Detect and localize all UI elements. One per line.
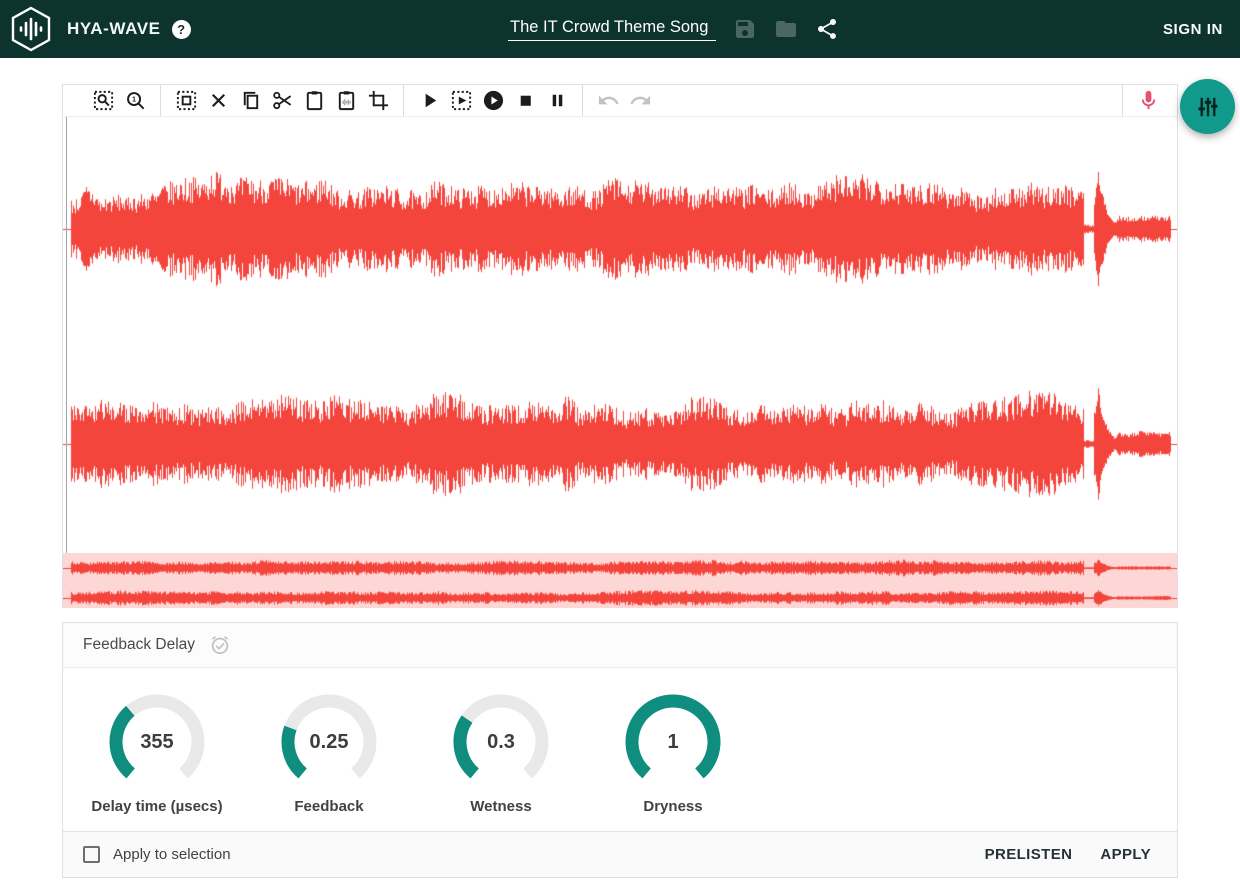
knob-value: 0.25 <box>281 694 377 790</box>
knob-label: Wetness <box>470 798 531 815</box>
effect-title: Feedback Delay <box>83 636 195 654</box>
svg-text:1: 1 <box>132 96 136 104</box>
share-icon[interactable] <box>815 17 839 41</box>
knob-dial[interactable]: 355 <box>109 694 205 790</box>
knob-delay-time-secs: 355 Delay time (µsecs) <box>77 694 237 831</box>
knob-dryness: 1 Dryness <box>593 694 753 831</box>
knob-dial[interactable]: 0.25 <box>281 694 377 790</box>
effect-footer: Apply to selection PRELISTEN APPLY <box>63 831 1177 877</box>
knob-label: Dryness <box>643 798 702 815</box>
knob-wetness: 0.3 Wetness <box>421 694 581 831</box>
play-icon[interactable] <box>414 87 444 115</box>
toolbar-divider <box>403 85 404 116</box>
save-icon[interactable] <box>733 17 757 41</box>
waveform-canvas[interactable] <box>63 117 1177 553</box>
stop-icon[interactable] <box>510 87 540 115</box>
prelisten-button[interactable]: PRELISTEN <box>979 838 1079 871</box>
knob-label: Delay time (µsecs) <box>91 798 222 815</box>
wave-editor-panel: 1 <box>62 84 1178 608</box>
knob-value: 355 <box>109 694 205 790</box>
knob-value: 0.3 <box>453 694 549 790</box>
crop-icon[interactable] <box>363 87 393 115</box>
zoom-selection-icon[interactable] <box>88 87 118 115</box>
paste-icon[interactable] <box>299 87 329 115</box>
sign-in-button[interactable]: SIGN IN <box>1163 0 1223 58</box>
app-header: HYA-WAVE ? SIGN IN <box>0 0 1240 58</box>
hexagon-waveform-logo <box>9 5 53 53</box>
open-folder-icon[interactable] <box>774 17 798 41</box>
effects-fab-button[interactable] <box>1180 79 1235 134</box>
toolbar-divider <box>582 85 583 116</box>
playhead-cursor[interactable] <box>66 117 67 553</box>
cut-icon[interactable] <box>267 87 297 115</box>
paste-mix-icon[interactable] <box>331 87 361 115</box>
knob-label: Feedback <box>294 798 363 815</box>
toolbar-divider <box>160 85 161 116</box>
knob-dial[interactable]: 1 <box>625 694 721 790</box>
effect-panel: Feedback Delay 355 Delay time (µsecs) 0.… <box>62 622 1178 878</box>
play-looped-icon[interactable] <box>478 87 508 115</box>
clear-selection-icon[interactable] <box>203 87 233 115</box>
brand-name: HYA-WAVE <box>67 19 161 39</box>
copy-icon[interactable] <box>235 87 265 115</box>
app-logo[interactable] <box>9 5 53 53</box>
play-selection-icon[interactable] <box>446 87 476 115</box>
knob-row: 355 Delay time (µsecs) 0.25 Feedback 0.3… <box>63 668 1177 831</box>
apply-button[interactable]: APPLY <box>1094 838 1157 871</box>
apply-to-selection-label: Apply to selection <box>113 846 231 863</box>
knob-value: 1 <box>625 694 721 790</box>
effect-header: Feedback Delay <box>63 623 1177 668</box>
toolbar-divider <box>1122 85 1123 116</box>
select-all-icon[interactable] <box>171 87 201 115</box>
undo-icon <box>593 87 623 115</box>
apply-to-selection-checkbox[interactable] <box>83 846 100 863</box>
microphone-icon[interactable] <box>1133 87 1163 115</box>
tune-sliders-icon <box>1195 94 1221 120</box>
track-title-input[interactable] <box>508 18 716 41</box>
editor-toolbar: 1 <box>63 85 1177 117</box>
waveform-display[interactable] <box>63 117 1177 553</box>
redo-icon <box>625 87 655 115</box>
pause-icon[interactable] <box>542 87 572 115</box>
overview-canvas[interactable] <box>63 553 1177 608</box>
knob-feedback: 0.25 Feedback <box>249 694 409 831</box>
help-icon[interactable]: ? <box>172 20 191 39</box>
alarm-check-icon[interactable] <box>209 634 231 656</box>
waveform-overview[interactable] <box>63 553 1177 608</box>
zoom-reset-icon[interactable]: 1 <box>120 87 150 115</box>
knob-dial[interactable]: 0.3 <box>453 694 549 790</box>
